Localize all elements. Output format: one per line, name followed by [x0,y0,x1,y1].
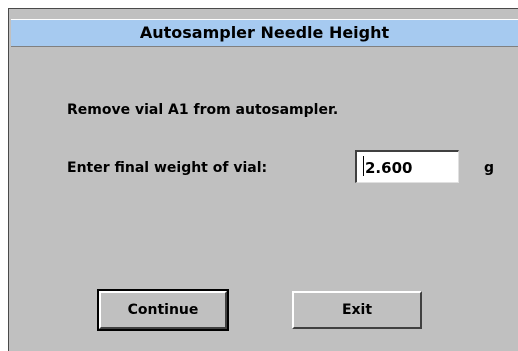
final-weight-input[interactable] [355,150,459,183]
weight-unit-label: g [484,160,495,176]
text-caret [363,156,364,176]
continue-button[interactable]: Continue [97,289,229,331]
instruction-message: Remove vial A1 from autosampler. [67,102,339,118]
dialog-title: Autosampler Needle Height [139,23,390,42]
exit-button[interactable]: Exit [292,291,422,329]
title-bar: Autosampler Needle Height [11,19,518,47]
final-weight-label: Enter final weight of vial: [67,160,268,176]
dialog-window: Autosampler Needle Height Remove vial A1… [8,8,518,351]
